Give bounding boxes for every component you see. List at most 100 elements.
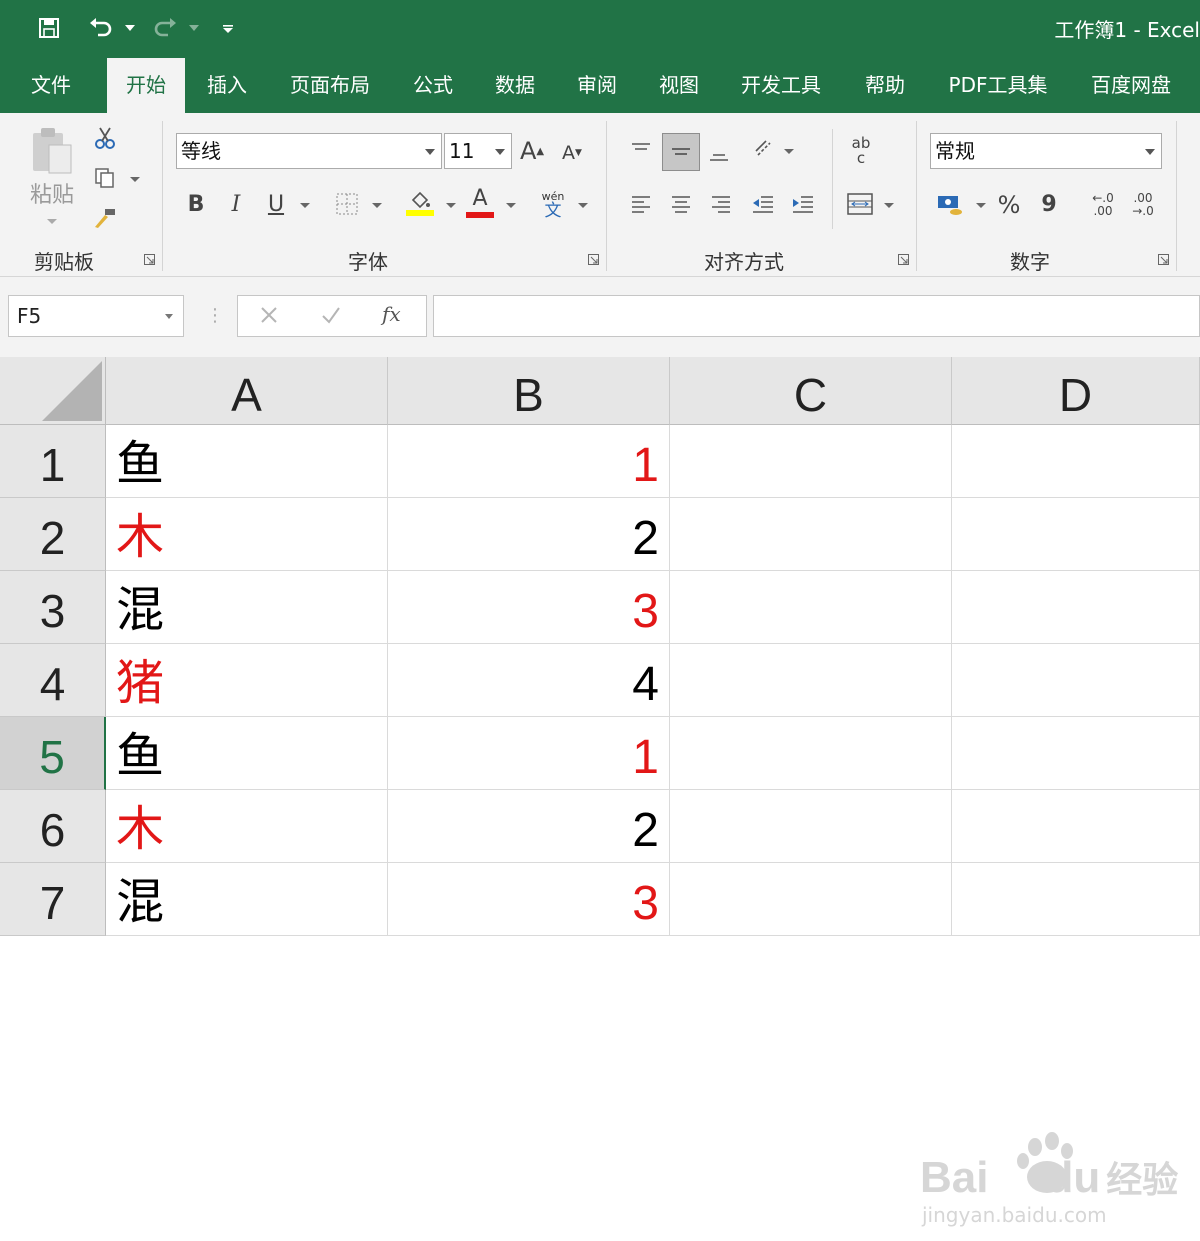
align-left-icon[interactable]	[626, 189, 656, 219]
alignment-launcher-icon[interactable]	[898, 254, 909, 265]
increase-indent-icon[interactable]	[788, 189, 818, 219]
save-icon[interactable]	[32, 12, 66, 44]
orientation-dropdown-icon[interactable]	[784, 149, 794, 154]
phonetic-button[interactable]: wén 文	[536, 187, 570, 223]
redo-icon[interactable]	[148, 12, 182, 44]
undo-dropdown-icon[interactable]	[120, 12, 140, 44]
number-launcher-icon[interactable]	[1158, 254, 1169, 265]
number-format-dropdown-icon[interactable]	[1145, 149, 1155, 155]
row-header-4[interactable]: 4	[0, 644, 106, 717]
tab-pdf-tools[interactable]: PDF工具集	[934, 58, 1062, 113]
borders-dropdown-icon[interactable]	[372, 203, 382, 208]
cell-b5[interactable]: 1	[388, 717, 670, 790]
cell-a6[interactable]: 木	[106, 790, 388, 863]
tab-developer[interactable]: 开发工具	[727, 58, 835, 113]
underline-button[interactable]: U	[262, 189, 290, 219]
cell-a5[interactable]: 鱼	[106, 717, 388, 790]
cell-b4[interactable]: 4	[388, 644, 670, 717]
font-size-combo[interactable]: 11	[444, 133, 512, 169]
tab-view[interactable]: 视图	[644, 58, 714, 113]
decrease-decimal-button[interactable]: .00 →.0	[1126, 189, 1160, 221]
cell-a4[interactable]: 猪	[106, 644, 388, 717]
cell-c3[interactable]	[670, 571, 952, 644]
customize-qat-icon[interactable]	[218, 12, 238, 44]
cell-c5[interactable]	[670, 717, 952, 790]
bold-button[interactable]: B	[182, 189, 210, 219]
tab-help[interactable]: 帮助	[850, 58, 920, 113]
font-launcher-icon[interactable]	[588, 254, 599, 265]
merge-center-icon[interactable]	[846, 191, 874, 217]
cell-d5[interactable]	[952, 717, 1200, 790]
font-name-combo[interactable]: 等线	[176, 133, 442, 169]
comma-style-button[interactable]: 9	[1036, 189, 1062, 219]
clipboard-launcher-icon[interactable]	[144, 254, 155, 265]
cell-d2[interactable]	[952, 498, 1200, 571]
cell-d1[interactable]	[952, 425, 1200, 498]
cell-c2[interactable]	[670, 498, 952, 571]
font-color-button[interactable]: A	[464, 185, 496, 221]
select-all-button[interactable]	[0, 357, 106, 425]
cell-a3[interactable]: 混	[106, 571, 388, 644]
column-header-a[interactable]: A	[106, 357, 388, 425]
copy-dropdown-icon[interactable]	[130, 177, 140, 182]
align-top-icon[interactable]	[626, 135, 656, 165]
row-header-3[interactable]: 3	[0, 571, 106, 644]
cell-b6[interactable]: 2	[388, 790, 670, 863]
paste-button[interactable]: 粘贴	[26, 125, 78, 225]
wrap-text-button[interactable]: ab c	[846, 133, 876, 169]
redo-dropdown-icon[interactable]	[184, 12, 204, 44]
row-header-5[interactable]: 5	[0, 717, 106, 790]
italic-button[interactable]: I	[222, 189, 250, 219]
cell-b2[interactable]: 2	[388, 498, 670, 571]
merge-dropdown-icon[interactable]	[884, 203, 894, 208]
column-header-b[interactable]: B	[388, 357, 670, 425]
borders-icon[interactable]	[334, 191, 360, 217]
accounting-dropdown-icon[interactable]	[976, 203, 986, 208]
cell-b1[interactable]: 1	[388, 425, 670, 498]
fill-color-button[interactable]	[404, 185, 436, 221]
name-box-dropdown-icon[interactable]	[165, 314, 173, 319]
fill-color-dropdown-icon[interactable]	[446, 203, 456, 208]
copy-icon[interactable]	[92, 165, 118, 191]
cell-a2[interactable]: 木	[106, 498, 388, 571]
number-format-combo[interactable]: 常规	[930, 133, 1162, 169]
tab-formulas[interactable]: 公式	[398, 58, 468, 113]
enter-icon[interactable]	[320, 304, 344, 328]
underline-dropdown-icon[interactable]	[300, 203, 310, 208]
row-header-2[interactable]: 2	[0, 498, 106, 571]
formula-input[interactable]	[433, 295, 1200, 337]
cell-d4[interactable]	[952, 644, 1200, 717]
cell-b3[interactable]: 3	[388, 571, 670, 644]
undo-icon[interactable]	[84, 12, 118, 44]
align-middle-icon[interactable]	[662, 133, 700, 171]
phonetic-dropdown-icon[interactable]	[578, 203, 588, 208]
font-name-dropdown-icon[interactable]	[425, 149, 435, 155]
name-box[interactable]: F5	[8, 295, 184, 337]
tab-home[interactable]: 开始	[107, 58, 185, 113]
align-center-icon[interactable]	[666, 189, 696, 219]
row-header-6[interactable]: 6	[0, 790, 106, 863]
tab-baidu-netdisk[interactable]: 百度网盘	[1076, 58, 1186, 113]
tab-data[interactable]: 数据	[480, 58, 550, 113]
cut-icon[interactable]	[92, 125, 118, 151]
cell-c1[interactable]	[670, 425, 952, 498]
grow-font-button[interactable]: A ▲	[518, 135, 546, 167]
cell-a1[interactable]: 鱼	[106, 425, 388, 498]
tab-review[interactable]: 审阅	[562, 58, 632, 113]
format-painter-icon[interactable]	[92, 205, 118, 231]
cell-c6[interactable]	[670, 790, 952, 863]
accounting-format-icon[interactable]	[934, 191, 966, 219]
align-bottom-icon[interactable]	[704, 139, 734, 169]
tab-file[interactable]: 文件	[14, 58, 88, 113]
column-header-d[interactable]: D	[952, 357, 1200, 425]
cancel-icon[interactable]	[258, 304, 282, 328]
row-header-1[interactable]: 1	[0, 425, 106, 498]
column-header-c[interactable]: C	[670, 357, 952, 425]
formula-bar-grip-icon[interactable]: ⋮	[206, 305, 224, 327]
percent-style-button[interactable]: %	[994, 191, 1024, 219]
paste-dropdown-icon[interactable]	[47, 219, 57, 224]
cell-d3[interactable]	[952, 571, 1200, 644]
orientation-icon[interactable]	[748, 133, 780, 165]
decrease-indent-icon[interactable]	[748, 189, 778, 219]
font-size-dropdown-icon[interactable]	[495, 149, 505, 155]
